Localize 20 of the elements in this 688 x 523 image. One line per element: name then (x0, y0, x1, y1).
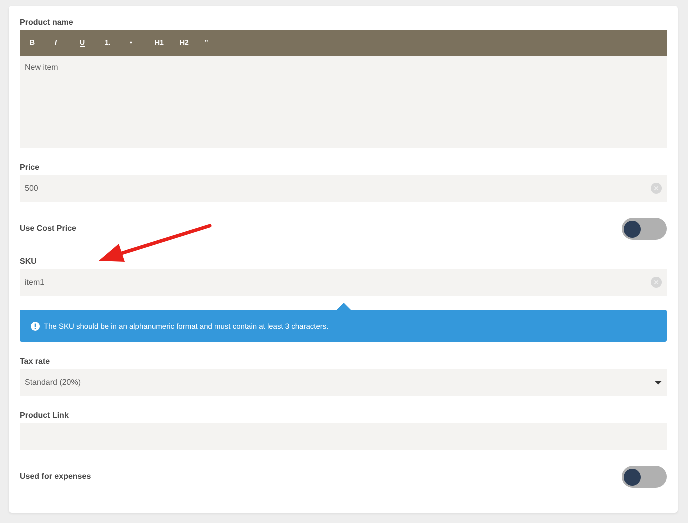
field-value: 500 (25, 184, 38, 193)
input-field[interactable]: 500 (20, 175, 667, 202)
clear-icon[interactable] (651, 277, 662, 288)
field-value: Standard (20%) (25, 378, 82, 387)
text-editor[interactable]: New item (20, 56, 667, 148)
toggle-switch[interactable] (622, 466, 667, 488)
field-value: item1 (25, 278, 45, 287)
field-label: Tax rate (20, 356, 52, 368)
clear-icon[interactable] (651, 183, 662, 194)
field-label: Used for expenses (20, 470, 92, 482)
field-label: SKU (20, 256, 38, 268)
input-field[interactable]: item1 (20, 269, 667, 296)
info-icon (31, 322, 40, 330)
caret-icon (655, 380, 662, 384)
toggle-switch[interactable] (622, 218, 667, 240)
field-label: Use Cost Price (20, 222, 76, 234)
field-label: Price (20, 162, 41, 174)
field-label: Product name (20, 17, 74, 29)
field-label: Product Link (20, 410, 70, 422)
select-field[interactable]: Standard (20%) (20, 369, 667, 396)
